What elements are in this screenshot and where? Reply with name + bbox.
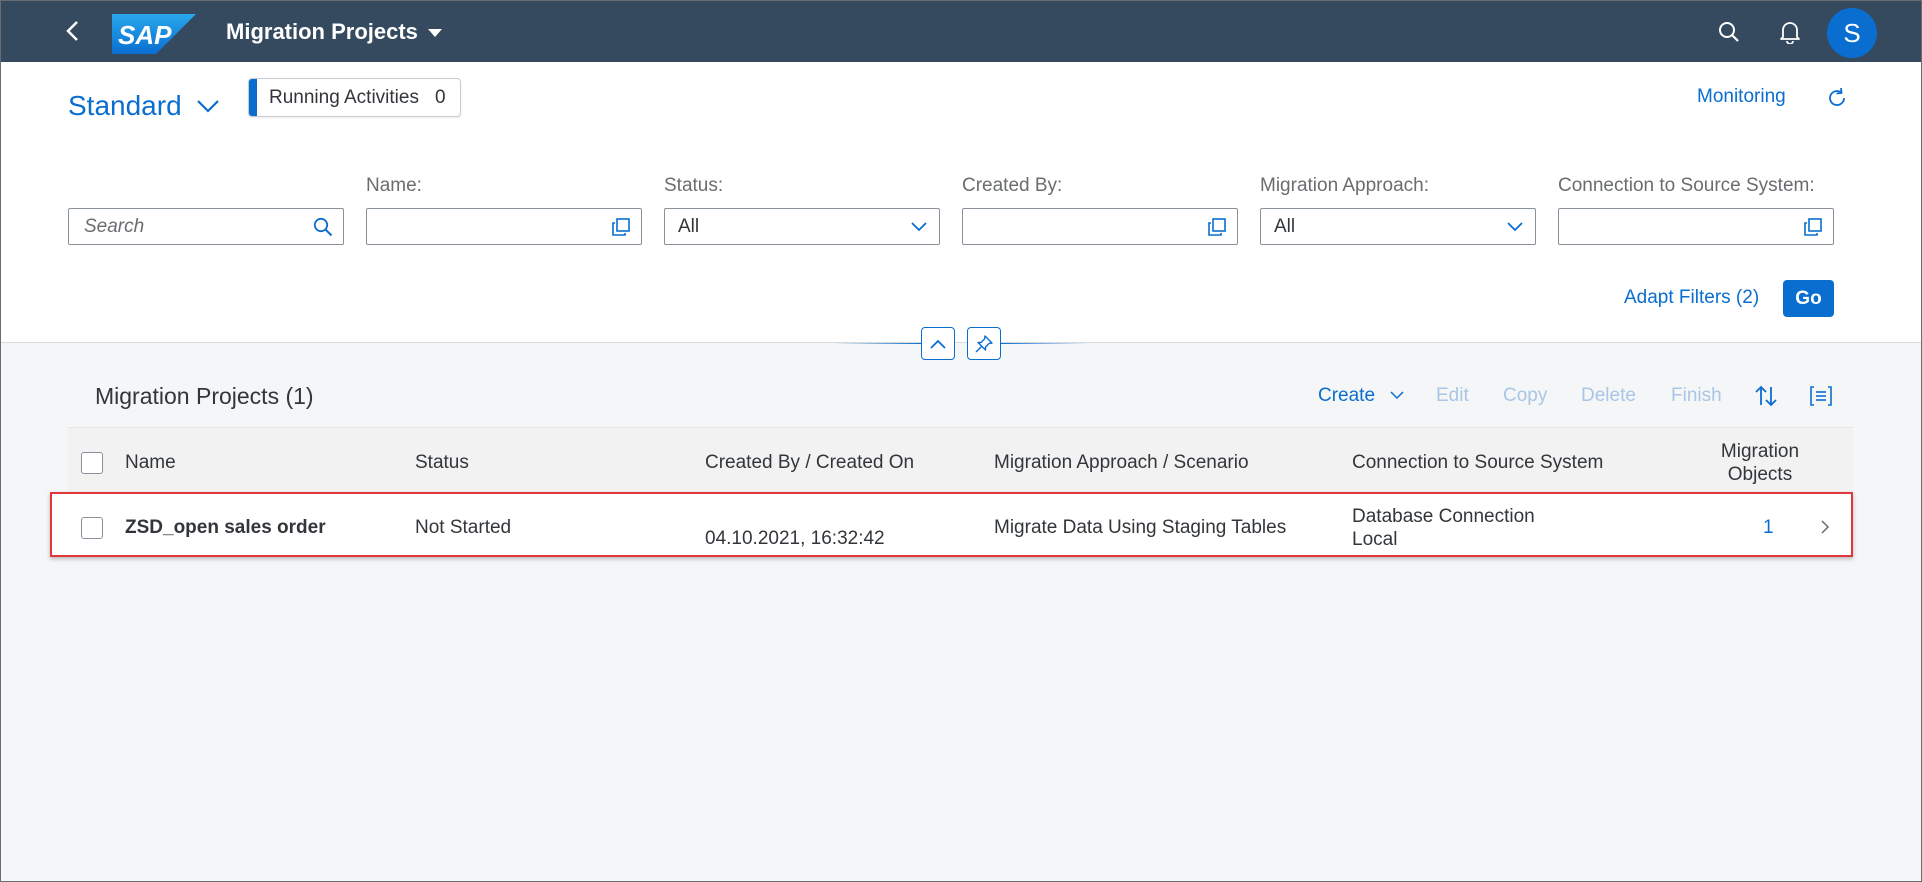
- chevron-down-icon: [1390, 391, 1404, 400]
- connection-filter-input[interactable]: [1558, 208, 1834, 245]
- collapse-header-button[interactable]: [921, 327, 955, 360]
- column-header-migration-objects-line1: Migration: [1720, 441, 1800, 462]
- caret-down-icon: [427, 29, 442, 37]
- connection-filter-label: Connection to Source System:: [1558, 175, 1815, 196]
- status-filter-select[interactable]: All: [664, 208, 940, 245]
- sort-button[interactable]: [1750, 380, 1782, 412]
- avatar-initial: S: [1843, 17, 1861, 48]
- row-connection-line1: Database Connection: [1352, 506, 1535, 527]
- delete-button[interactable]: Delete: [1581, 385, 1636, 407]
- column-header-status[interactable]: Status: [415, 452, 469, 474]
- header-divider-left: [833, 343, 921, 344]
- search-field[interactable]: Search: [68, 208, 344, 245]
- row-migration-objects-link[interactable]: 1: [1763, 517, 1774, 539]
- value-help-icon[interactable]: [1197, 209, 1237, 244]
- monitoring-link[interactable]: Monitoring: [1697, 86, 1786, 108]
- migration-approach-filter-label: Migration Approach:: [1260, 175, 1429, 196]
- row-navigation-arrow[interactable]: [1820, 519, 1830, 541]
- sort-icon: [1755, 385, 1777, 407]
- status-filter-value: All: [678, 215, 700, 237]
- table-title: Migration Projects (1): [95, 383, 314, 409]
- row-checkbox[interactable]: [81, 517, 103, 539]
- migration-approach-filter-value: All: [1274, 215, 1296, 237]
- user-avatar[interactable]: S: [1827, 8, 1877, 58]
- notifications-button[interactable]: [1772, 14, 1808, 50]
- row-connection: Database Connection Local: [1352, 505, 1535, 551]
- chevron-up-icon: [930, 339, 946, 349]
- refresh-button[interactable]: [1821, 82, 1853, 114]
- app-title: Migration Projects: [226, 19, 418, 44]
- back-button[interactable]: [56, 14, 90, 48]
- pin-header-button[interactable]: [967, 327, 1001, 360]
- search-placeholder: Search: [84, 215, 145, 237]
- table-settings-icon: [1810, 386, 1832, 406]
- finish-button[interactable]: Finish: [1671, 385, 1722, 407]
- name-filter-input[interactable]: [366, 208, 642, 245]
- column-header-migration-objects-line2: Objects: [1727, 464, 1793, 485]
- edit-button[interactable]: Edit: [1436, 385, 1469, 407]
- adapt-filters-button[interactable]: Adapt Filters (2): [1624, 287, 1759, 309]
- running-activities-accent: [249, 79, 257, 116]
- status-filter-label: Status:: [664, 175, 724, 196]
- bell-icon: [1780, 22, 1800, 44]
- chevron-down-icon: [196, 100, 219, 113]
- search-button[interactable]: [1711, 14, 1747, 50]
- create-button[interactable]: Create: [1318, 385, 1404, 407]
- pin-icon: [975, 334, 993, 352]
- variant-label: Standard: [68, 90, 182, 121]
- go-button[interactable]: Go: [1783, 280, 1834, 317]
- column-header-migration-objects[interactable]: Migration Objects: [1700, 440, 1820, 486]
- value-help-icon[interactable]: [1793, 209, 1833, 244]
- variant-selector[interactable]: Standard: [68, 90, 220, 122]
- copy-button[interactable]: Copy: [1503, 385, 1547, 407]
- column-header-created[interactable]: Created By / Created On: [705, 452, 914, 474]
- chevron-right-icon: [1821, 520, 1830, 534]
- table-settings-button[interactable]: [1805, 380, 1837, 412]
- row-status: Not Started: [415, 517, 512, 538]
- created-by-placeholder: [692, 496, 812, 499]
- running-activities-button[interactable]: Running Activities 0: [248, 78, 461, 117]
- name-filter-label: Name:: [366, 175, 422, 196]
- chevron-down-icon: [1495, 209, 1535, 244]
- created-by-filter-input[interactable]: [962, 208, 1238, 245]
- header-divider-right: [1001, 343, 1089, 344]
- row-name: ZSD_open sales order: [125, 517, 326, 538]
- search-icon[interactable]: [303, 209, 343, 244]
- chevron-down-icon: [899, 209, 939, 244]
- row-migration-approach: Migrate Data Using Staging Tables: [994, 517, 1287, 538]
- select-all-checkbox[interactable]: [81, 452, 103, 474]
- app-title-menu[interactable]: Migration Projects: [226, 19, 442, 45]
- column-header-connection[interactable]: Connection to Source System: [1352, 452, 1603, 474]
- running-activities-label: Running Activities: [269, 86, 419, 108]
- chevron-left-icon: [66, 21, 78, 41]
- create-label: Create: [1318, 385, 1376, 406]
- refresh-icon: [1829, 87, 1845, 106]
- sap-logo: SAP: [112, 14, 196, 54]
- search-icon: [1719, 22, 1739, 42]
- row-connection-line2: Local: [1352, 529, 1398, 550]
- created-by-filter-label: Created By:: [962, 175, 1063, 196]
- column-header-name[interactable]: Name: [125, 452, 176, 474]
- svg-text:SAP: SAP: [118, 20, 172, 50]
- filter-header: Standard Running Activities 0 Monitoring…: [1, 62, 1921, 343]
- row-created-on: 04.10.2021, 16:32:42: [705, 528, 885, 549]
- migration-approach-filter-select[interactable]: All: [1260, 208, 1536, 245]
- column-header-approach[interactable]: Migration Approach / Scenario: [994, 452, 1249, 474]
- running-activities-count: 0: [434, 86, 446, 108]
- shell-bar: SAP Migration Projects S: [0, 0, 1922, 62]
- value-help-icon[interactable]: [601, 209, 641, 244]
